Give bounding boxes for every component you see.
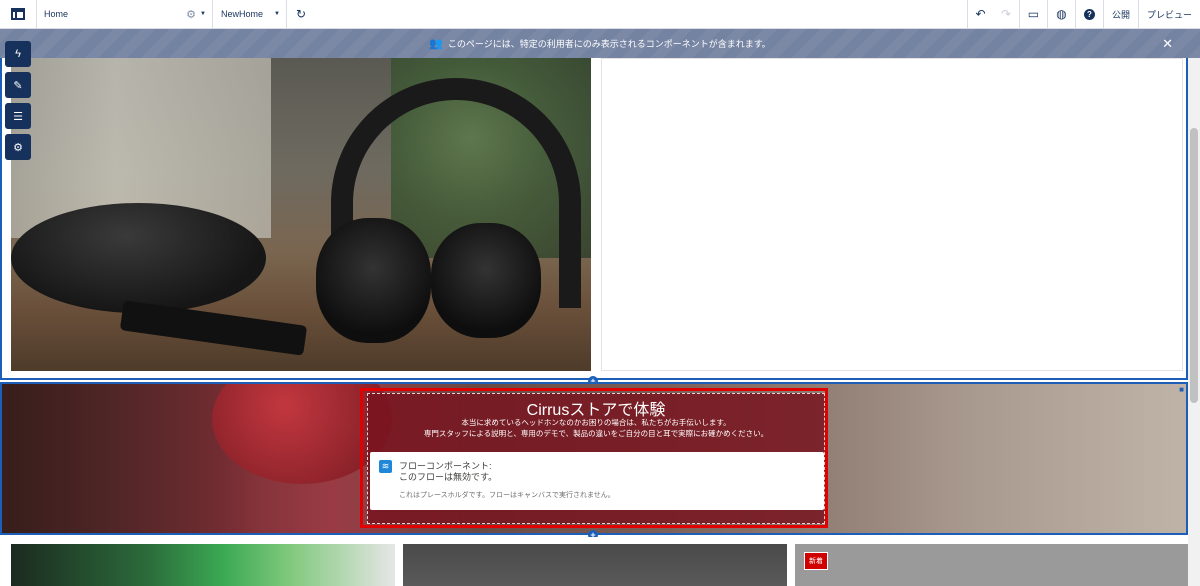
experience-builder: Home ⚙ ▼ NewHome ▼ ↻ ↶ ↷ ▭ ◍ ? 公開 プレビュー …	[0, 0, 1200, 586]
globe-icon: ◍	[1056, 7, 1067, 21]
hero-image[interactable]	[11, 58, 591, 371]
promo-component[interactable]: Cirrusストアで体験 本当に求めているヘッドホンなのかお困りの場合は、私たち…	[367, 393, 825, 524]
canvas-scrollbar[interactable]	[1188, 58, 1200, 586]
flow-placeholder-note: これはプレースホルダです。フローはキャンバスで実行されません。	[399, 492, 615, 499]
undo-button[interactable]: ↶	[966, 0, 993, 28]
flow-icon: ≋	[379, 460, 392, 473]
section-hero[interactable]	[0, 58, 1188, 380]
top-toolbar: Home ⚙ ▼ NewHome ▼ ↻ ↶ ↷ ▭ ◍ ? 公開 プレビュー	[0, 0, 1200, 29]
promo-description-line2: 専門スタッフによる説明と、専用のデモで、製品の違いをご自分の目と耳で実際にお確か…	[423, 429, 769, 438]
delete-section-icon[interactable]: ■	[1179, 385, 1184, 394]
lightning-icon: ϟ	[15, 48, 21, 60]
redo-button[interactable]: ↷	[993, 0, 1019, 28]
theme-button[interactable]: ✎	[5, 72, 31, 98]
image-headphone-cup-right	[431, 223, 541, 338]
image-smartphone	[119, 300, 308, 356]
gear-icon[interactable]: ⚙	[186, 8, 196, 21]
brush-icon: ✎	[13, 79, 23, 92]
gear-icon: ⚙	[13, 141, 23, 154]
preview-label: プレビュー	[1146, 9, 1192, 20]
scrollbar-thumb[interactable]	[1190, 128, 1198, 403]
publish-label: 公開	[1111, 9, 1130, 20]
image-headphone-case	[11, 203, 266, 313]
version-selector[interactable]: NewHome ▼	[213, 0, 287, 28]
page-canvas[interactable]: + ■ Cirrusストアで体験 本当に求めているヘッドホンなのかお困りの場合は…	[0, 58, 1188, 586]
menu-button[interactable]	[0, 0, 37, 28]
version-name: NewHome	[221, 9, 264, 19]
flow-title: フローコンポーネント: このフローは無効です。	[399, 461, 497, 483]
flow-title-line1: フローコンポーネント:	[399, 461, 492, 471]
promo-description: 本当に求めているヘッドホンなのかお困りの場合は、私たちがお手伝いします。 専門ス…	[368, 417, 824, 439]
flow-component[interactable]: ≋ フローコンポーネント: このフローは無効です。 これはプレースホルダです。フ…	[370, 452, 824, 510]
close-icon[interactable]: ✕	[1162, 36, 1173, 52]
promo-description-line1: 本当に求めているヘッドホンなのかお困りの場合は、私たちがお手伝いします。	[461, 418, 731, 427]
language-button[interactable]: ◍	[1046, 0, 1075, 28]
audience-icon: 👥	[429, 38, 443, 50]
preview-button[interactable]: プレビュー	[1137, 0, 1200, 28]
product-card-3[interactable]: 新着	[795, 544, 1188, 586]
refresh-button[interactable]: ↻	[287, 0, 315, 28]
help-icon: ?	[1083, 8, 1095, 20]
audience-notice-banner: 👥 このページには、特定の利用者にのみ表示されるコンポーネントが含まれます。 ✕	[0, 29, 1200, 58]
help-button[interactable]: ?	[1074, 0, 1103, 28]
hero-right-column[interactable]	[601, 58, 1183, 371]
new-badge: 新着	[804, 552, 828, 570]
product-card-2[interactable]	[403, 544, 787, 586]
components-button[interactable]: ϟ	[5, 41, 31, 67]
device-button[interactable]: ▭	[1018, 0, 1047, 28]
chevron-down-icon[interactable]: ▼	[200, 11, 206, 17]
list-icon: ☰	[13, 110, 23, 123]
left-tool-rail: ϟ ✎ ☰ ⚙	[5, 41, 31, 165]
settings-button[interactable]: ⚙	[5, 134, 31, 160]
undo-icon: ↶	[975, 7, 986, 21]
page-structure-button[interactable]: ☰	[5, 103, 31, 129]
product-card-1[interactable]	[11, 544, 395, 586]
section-product-cards[interactable]: 新着	[0, 537, 1188, 586]
menu-icon	[11, 8, 25, 20]
publish-button[interactable]: 公開	[1102, 0, 1138, 28]
image-headphone-cup-left	[316, 218, 431, 343]
refresh-icon: ↻	[295, 7, 307, 21]
page-name: Home	[44, 9, 69, 19]
section-store-promo[interactable]: ■ Cirrusストアで体験 本当に求めているヘッドホンなのかお困りの場合は、私…	[0, 382, 1188, 535]
notice-text: このページには、特定の利用者にのみ表示されるコンポーネントが含まれます。	[447, 39, 771, 49]
redo-icon: ↷	[1000, 7, 1011, 21]
chevron-down-icon[interactable]: ▼	[274, 11, 280, 17]
flow-title-line2: このフローは無効です。	[399, 472, 498, 482]
page-selector[interactable]: Home ⚙ ▼	[37, 0, 213, 28]
desktop-icon: ▭	[1027, 7, 1040, 21]
